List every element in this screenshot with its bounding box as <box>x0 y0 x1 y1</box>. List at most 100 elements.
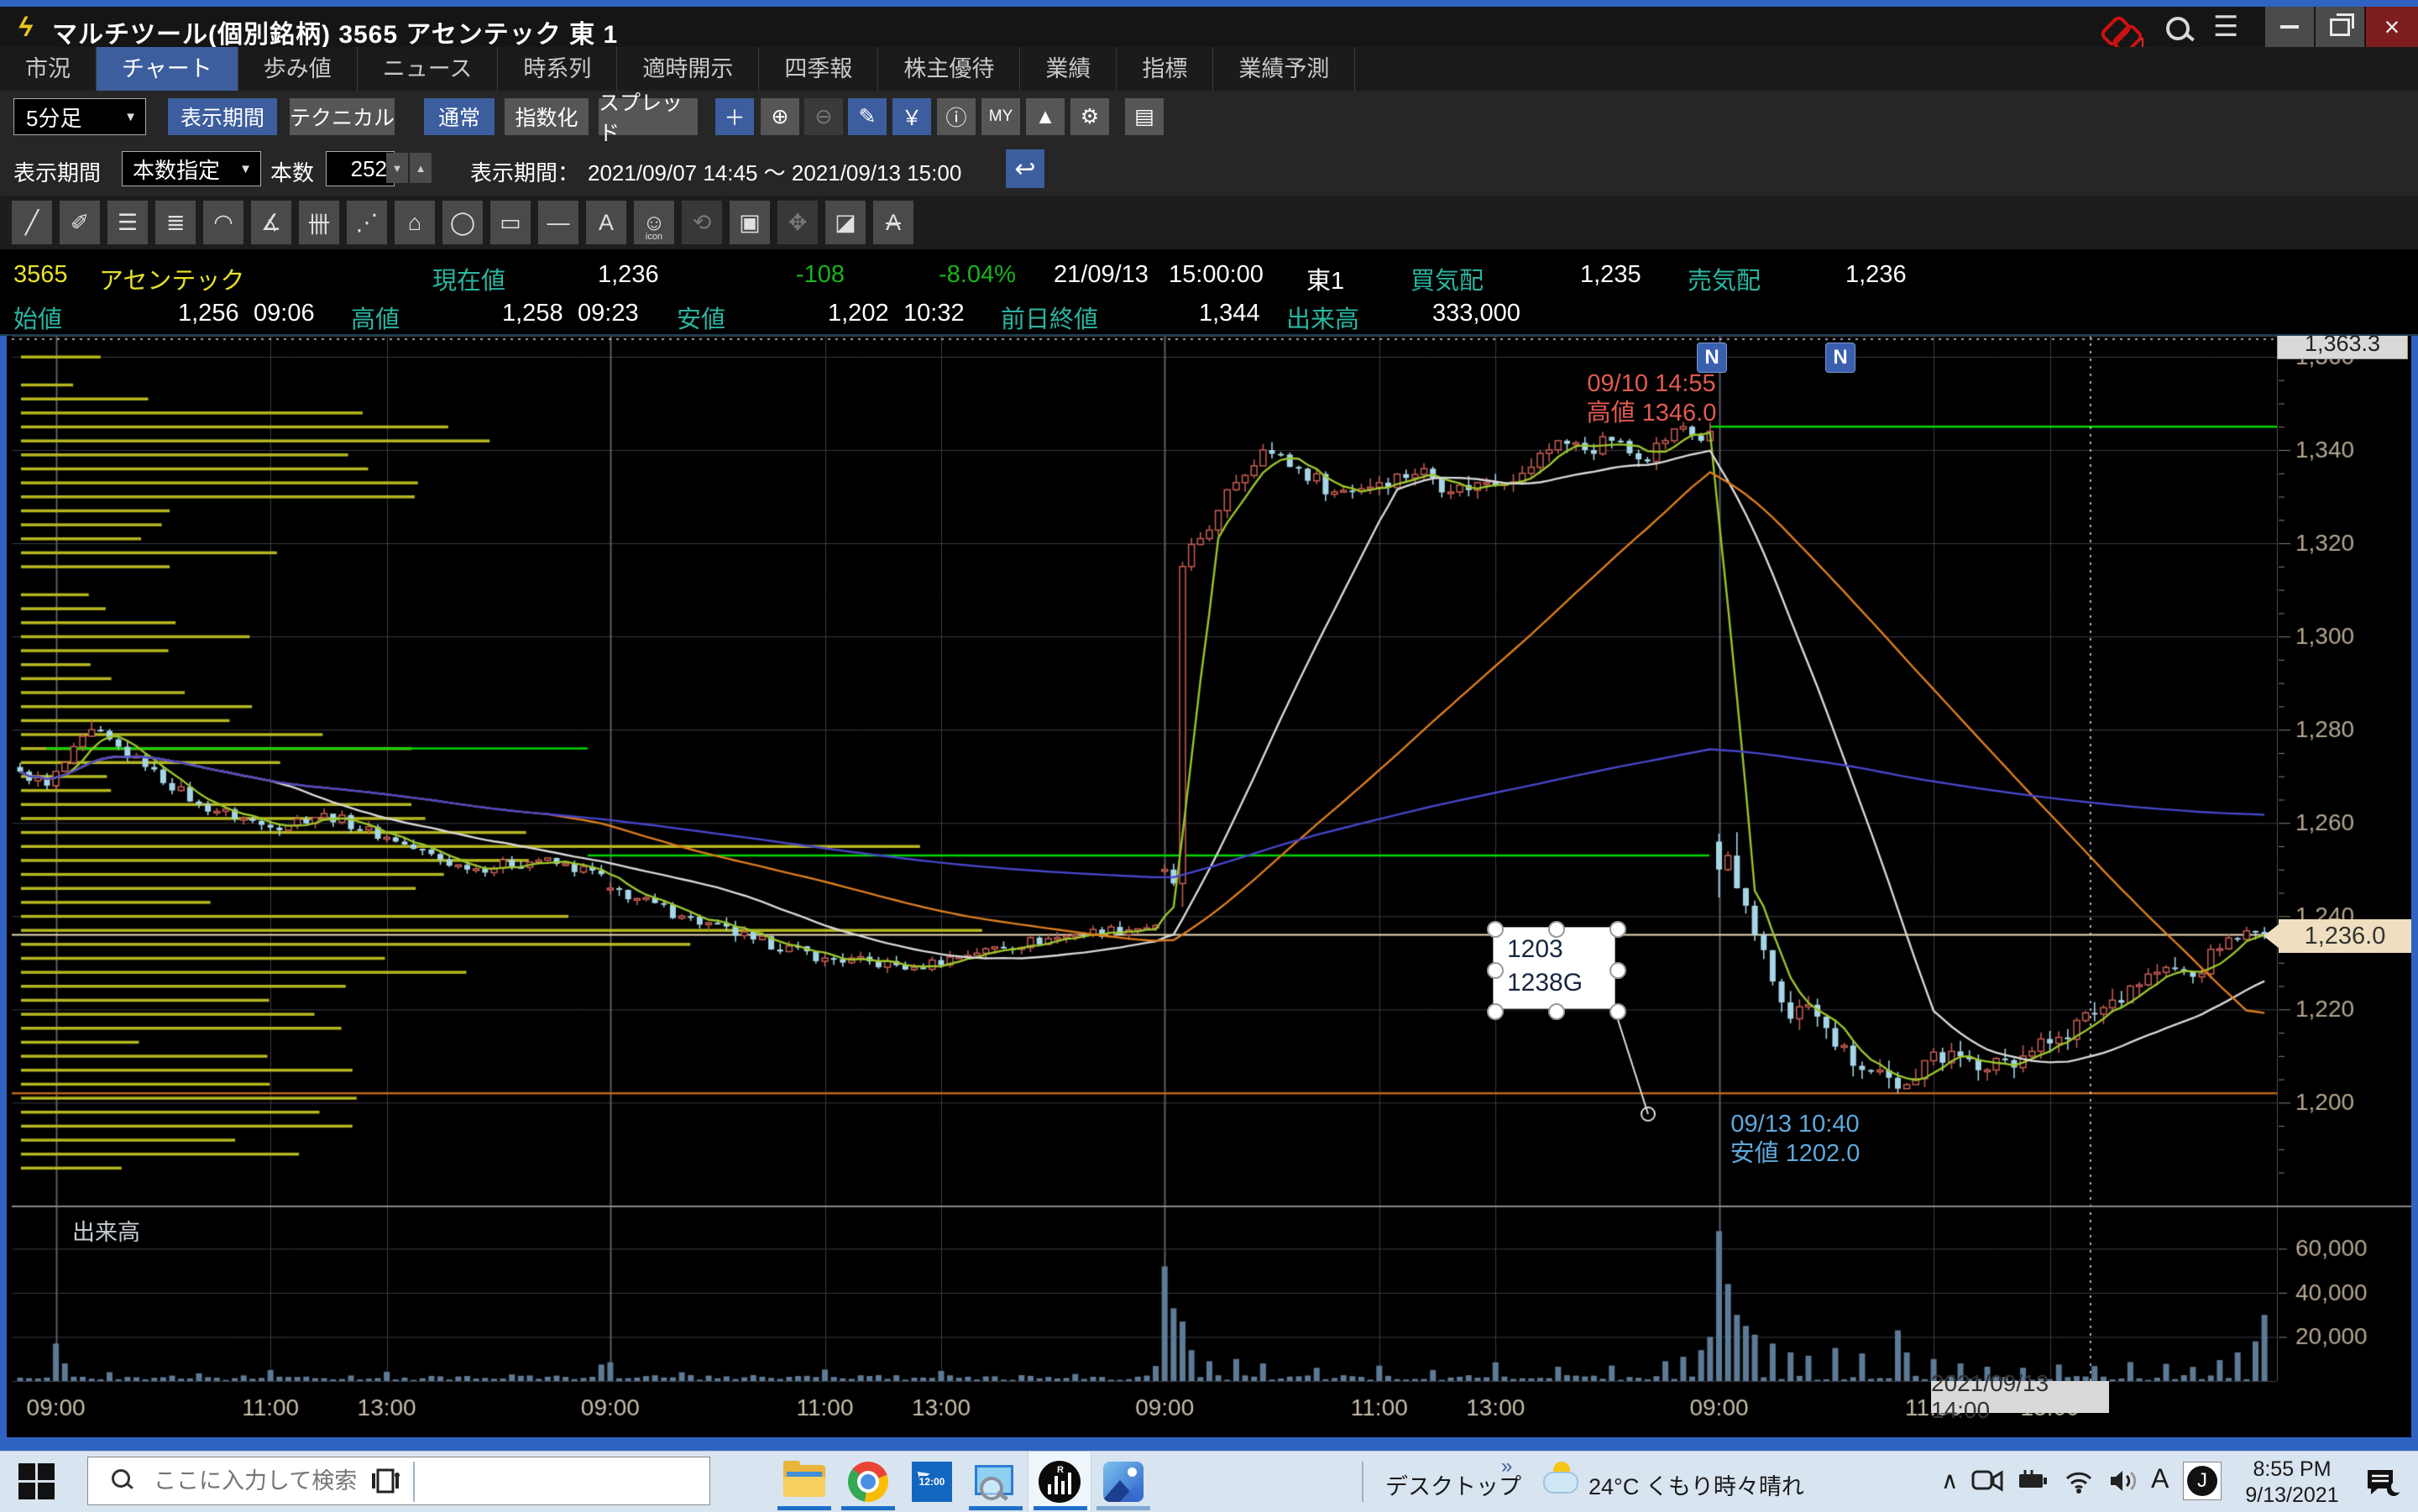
count-down-button[interactable]: ▼ <box>386 153 408 183</box>
news-badge[interactable]: N <box>1697 343 1727 373</box>
desktop-expand-chevron[interactable]: » <box>1501 1455 1512 1478</box>
toolbar-button-表示期間[interactable]: 表示期間 <box>168 98 277 135</box>
parallel-line-icon[interactable]: ✐ <box>60 201 100 244</box>
weather-text[interactable]: 24°C くもり時々晴れ <box>1588 1468 1804 1501</box>
tab-ニュース[interactable]: ニュース <box>358 47 499 91</box>
weather-icon[interactable] <box>1541 1460 1582 1500</box>
low-time: 10:32 <box>903 300 965 327</box>
current-value: 1,236 <box>598 261 659 289</box>
text-tool-icon[interactable]: A <box>586 201 626 244</box>
tab-株主優待[interactable]: 株主優待 <box>878 47 1020 91</box>
callout-handle[interactable] <box>1609 962 1626 979</box>
icon-stamp-icon[interactable]: ☺icon <box>634 201 674 244</box>
callout-handle[interactable] <box>1487 1003 1504 1020</box>
callout-handle[interactable] <box>1487 962 1504 979</box>
text-eraser-icon[interactable]: A <box>873 201 913 244</box>
callout-handle[interactable] <box>1548 1003 1565 1020</box>
count-up-button[interactable]: ▲ <box>410 153 432 183</box>
session-high-annotation: 09/10 14:55 高値 1346.0 <box>1530 369 1773 428</box>
toolbar-button-指数化[interactable]: 指数化 <box>505 98 589 135</box>
tab-業績予測[interactable]: 業績予測 <box>1213 47 1355 91</box>
dense-lines-icon[interactable]: ≣ <box>155 201 196 244</box>
reset-period-button[interactable]: ↩ <box>1006 149 1044 188</box>
price-chart-canvas[interactable] <box>0 334 2418 1437</box>
volume-value: 333,000 <box>1432 300 1520 327</box>
ime-letter[interactable]: A <box>2151 1463 2169 1494</box>
clock-date: 9/13/2021 <box>2233 1483 2351 1509</box>
title-bar: ϟ マルチツール(個別銘柄) 3565 アセンテック 東 1 1 ☰ × <box>0 7 2418 47</box>
app-alarms[interactable]: 12:00 <box>900 1452 964 1511</box>
zoom-in-icon[interactable]: ⊕ <box>761 98 799 135</box>
news-badge[interactable]: N <box>1825 343 1855 373</box>
close-button[interactable]: × <box>2366 7 2418 47</box>
search-input[interactable] <box>152 1457 693 1504</box>
horizontal-lines-icon[interactable]: ☰ <box>107 201 148 244</box>
settings-wrench-icon[interactable]: ⚙ <box>1070 98 1109 135</box>
ellipse-icon[interactable]: ◯ <box>442 201 483 244</box>
toolbar-button-テクニカル[interactable]: テクニカル <box>290 98 395 135</box>
search-icon[interactable] <box>2163 15 2201 45</box>
app-screen-sketch[interactable] <box>964 1452 1028 1511</box>
toolbar-button-スプレッド[interactable]: スプレッド <box>599 98 698 135</box>
menu-icon[interactable]: ☰ <box>2213 10 2252 40</box>
link-icon[interactable]: 1 <box>2104 17 2143 47</box>
quote-date: 21/09/13 <box>1054 261 1149 289</box>
eraser-icon[interactable]: ◪ <box>825 201 866 244</box>
tab-市況[interactable]: 市況 <box>0 47 97 91</box>
ime-mode-badge[interactable]: J <box>2183 1462 2222 1500</box>
gann-fan-icon[interactable]: ⋰ <box>347 201 387 244</box>
window-frame-top <box>0 0 2418 7</box>
tab-業績[interactable]: 業績 <box>1020 47 1117 91</box>
tab-指標[interactable]: 指標 <box>1117 47 1213 91</box>
info-icon[interactable]: ⓘ <box>937 98 976 135</box>
vertical-lines-icon[interactable]: 卌 <box>299 201 339 244</box>
tab-チャート[interactable]: チャート <box>97 47 238 91</box>
task-view-icon[interactable] <box>369 1465 403 1499</box>
zoom-out-icon[interactable]: ⊖ <box>804 98 843 135</box>
tab-歩み値[interactable]: 歩み値 <box>238 47 358 91</box>
tab-四季報[interactable]: 四季報 <box>759 47 878 91</box>
minimize-button[interactable] <box>2265 7 2314 47</box>
low-value: 1,202 <box>828 300 889 327</box>
restore-button[interactable] <box>2316 7 2364 47</box>
pentagon-icon[interactable]: ⌂ <box>395 201 435 244</box>
app-photos[interactable] <box>1091 1452 1155 1511</box>
notification-icon[interactable] <box>2364 1467 2401 1499</box>
tab-時系列[interactable]: 時系列 <box>498 47 617 91</box>
tray-expand-chevron[interactable]: ∧ <box>1941 1467 1959 1494</box>
meet-now-icon[interactable] <box>1971 1467 2005 1495</box>
interval-select[interactable]: 5分足 ▼ <box>13 98 146 135</box>
trend-line-icon[interactable]: ╱ <box>12 201 52 244</box>
horizontal-segment-icon[interactable]: — <box>538 201 578 244</box>
tab-適時開示[interactable]: 適時開示 <box>617 47 759 91</box>
print-icon[interactable]: ▤ <box>1125 98 1164 135</box>
tray-clock[interactable]: 8:55 PM 9/13/2021 <box>2233 1457 2351 1509</box>
area-chart-icon[interactable]: ▲ <box>1026 98 1065 135</box>
hand-tool-icon[interactable]: ✥ <box>777 201 818 244</box>
app-chrome[interactable] <box>836 1452 900 1511</box>
fibonacci-arc-icon[interactable]: ◠ <box>203 201 243 244</box>
period-mode-select[interactable]: 本数指定 ▼ <box>122 151 261 186</box>
callout-handle[interactable] <box>1487 921 1504 938</box>
rotate-tool-icon[interactable]: ⟲ <box>682 201 722 244</box>
callout-handle[interactable] <box>1548 921 1565 938</box>
crosshair-tool-icon[interactable]: ＋ <box>715 98 754 135</box>
yen-scale-icon[interactable]: ￥ <box>892 98 931 135</box>
battery-icon[interactable] <box>2017 1467 2050 1495</box>
callout-handle[interactable] <box>1609 1003 1626 1020</box>
rectangle-icon[interactable]: ▭ <box>490 201 531 244</box>
app-file-explorer[interactable] <box>772 1452 836 1511</box>
wifi-icon[interactable] <box>2062 1467 2096 1495</box>
start-button[interactable] <box>18 1463 55 1500</box>
fan-lines-icon[interactable]: ∡ <box>251 201 291 244</box>
bar-count-input[interactable] <box>326 151 395 186</box>
volume-icon[interactable] <box>2107 1467 2144 1495</box>
app-marketspeed[interactable]: R <box>1028 1452 1091 1511</box>
toolbar-button-通常[interactable]: 通常 <box>424 98 495 135</box>
callout-handle[interactable] <box>1609 921 1626 938</box>
drawing-callout[interactable]: 1203 1238G <box>1493 927 1615 1009</box>
pencil-tool-icon[interactable]: ✎ <box>848 98 887 135</box>
my-chart-icon[interactable]: MY <box>981 98 1020 135</box>
copy-tool-icon[interactable]: ▣ <box>730 201 770 244</box>
app-window: ϟ マルチツール(個別銘柄) 3565 アセンテック 東 1 1 ☰ × 市況チ… <box>0 0 2418 1511</box>
